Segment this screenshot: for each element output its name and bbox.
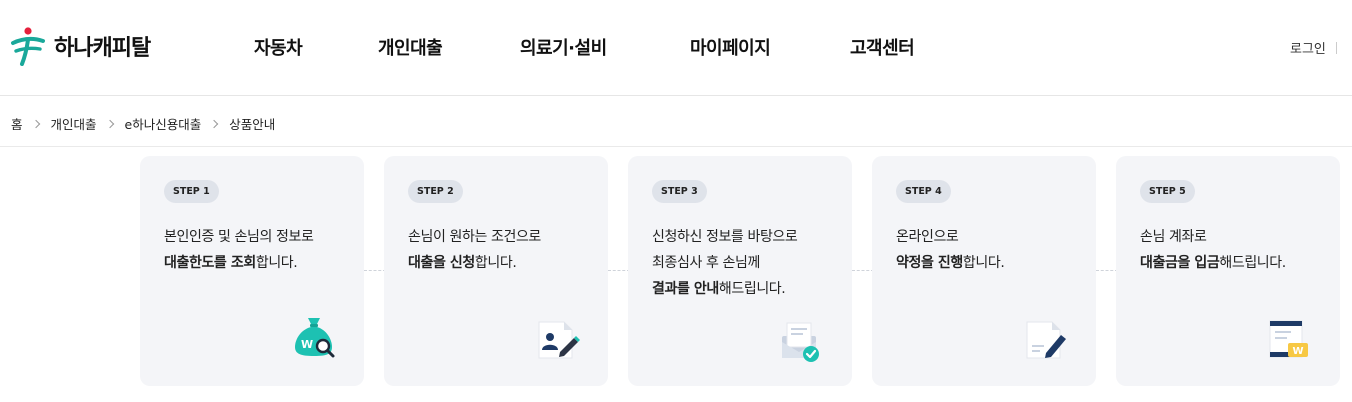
- mail-check-icon: [782, 322, 819, 362]
- site-header: 하나캐피탈 자동차 개인대출 의료기·설비 마이페이지 고객센터 로그인: [0, 0, 1352, 96]
- step-connector: [608, 270, 630, 271]
- step-connector: [852, 270, 874, 271]
- step-card-2: STEP 2 손님이 원하는 조건으로 대출을 신청합니다.: [384, 156, 608, 386]
- step-badge: STEP 4: [896, 180, 951, 203]
- step-description: 본인인증 및 손님의 정보로 대출한도를 조회합니다.: [164, 229, 314, 271]
- nav-medical-equipment[interactable]: 의료기·설비: [520, 34, 607, 60]
- breadcrumb: 홈 개인대출 e하나신용대출 상품안내: [11, 114, 275, 133]
- step-card-1: STEP 1 본인인증 및 손님의 정보로 대출한도를 조회합니다. W: [140, 156, 364, 386]
- step-badge: STEP 2: [408, 180, 463, 203]
- step-badge: STEP 3: [652, 180, 707, 203]
- document-profile-pen-icon: [538, 321, 580, 359]
- chevron-right-icon: [209, 119, 219, 128]
- hana-logo-icon: [11, 27, 45, 66]
- nav-car[interactable]: 자동차: [254, 34, 303, 60]
- step-badge: STEP 1: [164, 180, 219, 203]
- breadcrumb-divider: [0, 146, 1352, 147]
- step-card-5: STEP 5 손님 계좌로 대출금을 입금해드립니다. W: [1116, 156, 1340, 386]
- document-pen-icon: [1026, 321, 1066, 359]
- chevron-right-icon: [105, 119, 114, 128]
- step-description: 온라인으로 약정을 진행합니다.: [896, 229, 1005, 271]
- login-link[interactable]: 로그인: [1290, 38, 1326, 57]
- bankbook-won-icon: W: [1269, 320, 1308, 358]
- util-divider: [1335, 41, 1337, 54]
- breadcrumb-e-hana-loan[interactable]: e하나신용대출: [125, 114, 202, 133]
- svg-text:W: W: [301, 338, 313, 351]
- step-badge: STEP 5: [1140, 180, 1195, 203]
- step-connector: [1096, 270, 1118, 271]
- step-description: 손님 계좌로 대출금을 입금해드립니다.: [1140, 229, 1286, 271]
- chevron-right-icon: [31, 119, 40, 128]
- step-connector: [364, 270, 386, 271]
- step-description: 신청하신 정보를 바탕으로 최종심사 후 손님께 결과를 안내해드립니다.: [652, 229, 798, 297]
- step-description: 손님이 원하는 조건으로 대출을 신청합니다.: [408, 229, 541, 271]
- step-card-4: STEP 4 온라인으로 약정을 진행합니다.: [872, 156, 1096, 386]
- util-menu: 로그인: [1290, 38, 1337, 57]
- breadcrumb-product-info: 상품안내: [229, 117, 276, 132]
- nav-personal-loan[interactable]: 개인대출: [378, 34, 443, 60]
- logo-text: 하나캐피탈: [54, 36, 151, 61]
- nav-mypage[interactable]: 마이페이지: [690, 34, 771, 60]
- money-bag-search-icon: W: [295, 318, 335, 358]
- breadcrumb-personal-loan[interactable]: 개인대출: [51, 114, 97, 133]
- nav-customer-center[interactable]: 고객센터: [850, 34, 915, 60]
- svg-text:W: W: [1293, 346, 1304, 357]
- step-card-3: STEP 3 신청하신 정보를 바탕으로 최종심사 후 손님께 결과를 안내해드…: [628, 156, 852, 386]
- brand-logo[interactable]: 하나캐피탈: [10, 26, 151, 66]
- breadcrumb-home[interactable]: 홈: [11, 114, 23, 133]
